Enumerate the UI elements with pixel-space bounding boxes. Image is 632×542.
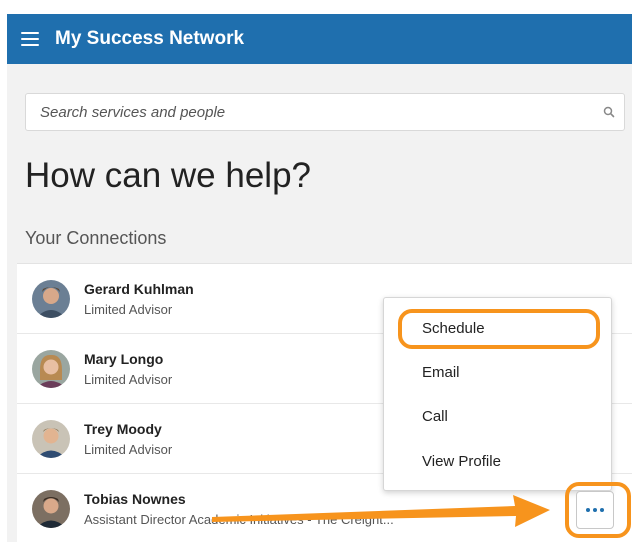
more-button-highlight — [565, 482, 631, 538]
top-bar: My Success Network — [7, 14, 632, 64]
connection-name[interactable]: Gerard Kuhlman — [84, 281, 194, 297]
schedule-highlight — [398, 309, 600, 349]
app-title: My Success Network — [55, 28, 245, 49]
menu-item-email[interactable]: Email — [422, 364, 460, 381]
connection-role: Limited Advisor — [84, 302, 173, 317]
connection-name[interactable]: Mary Longo — [84, 351, 163, 367]
page-heading: How can we help? — [25, 156, 311, 195]
avatar — [32, 280, 70, 318]
connection-name[interactable]: Tobias Nownes — [84, 491, 186, 507]
avatar — [32, 350, 70, 388]
hamburger-menu-icon[interactable] — [21, 32, 39, 46]
search-bar[interactable]: Search services and people — [25, 93, 625, 131]
connection-role: Limited Advisor — [84, 442, 173, 457]
avatar — [32, 420, 70, 458]
connection-role: Limited Advisor — [84, 372, 173, 387]
menu-item-call[interactable]: Call — [422, 408, 448, 425]
connections-heading: Your Connections — [25, 228, 167, 248]
search-icon[interactable] — [594, 106, 624, 118]
search-input[interactable]: Search services and people — [26, 104, 594, 121]
connection-role: Assistant Director Academic Initiatives … — [84, 512, 394, 527]
connection-name[interactable]: Trey Moody — [84, 421, 162, 437]
app-window: My Success Network Search services and p… — [7, 14, 632, 542]
menu-item-view-profile[interactable]: View Profile — [422, 453, 501, 470]
avatar — [32, 490, 70, 528]
